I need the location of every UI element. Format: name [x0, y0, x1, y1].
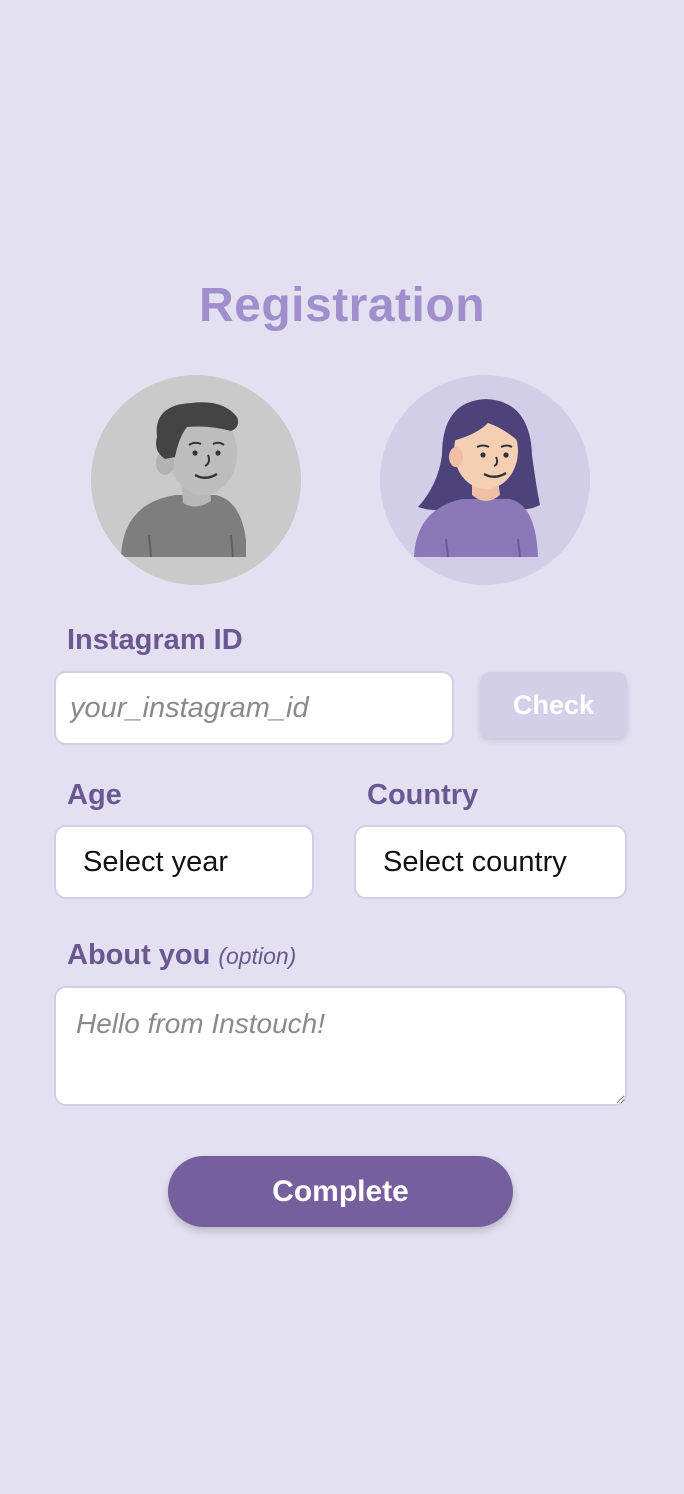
female-avatar-icon	[414, 399, 540, 558]
male-avatar-option[interactable]	[91, 375, 301, 585]
about-label: About you (option)	[67, 939, 296, 972]
country-label: Country	[367, 779, 479, 811]
about-textarea[interactable]	[54, 986, 627, 1106]
female-avatar-option[interactable]	[380, 375, 590, 585]
instagram-id-label: Instagram ID	[67, 624, 243, 656]
country-select[interactable]: Select country	[354, 825, 627, 899]
complete-button[interactable]: Complete	[168, 1156, 513, 1227]
about-label-text: About you	[67, 939, 211, 971]
check-button[interactable]: Check	[480, 672, 627, 738]
instagram-id-input[interactable]	[54, 671, 454, 745]
age-select[interactable]: Select year	[54, 825, 314, 899]
about-optional-note: (option)	[218, 943, 297, 969]
country-select-value: Select country	[383, 845, 567, 878]
male-avatar-icon	[121, 402, 246, 558]
page-title: Registration	[198, 279, 486, 332]
age-label: Age	[67, 779, 122, 811]
age-select-value: Select year	[83, 845, 229, 878]
